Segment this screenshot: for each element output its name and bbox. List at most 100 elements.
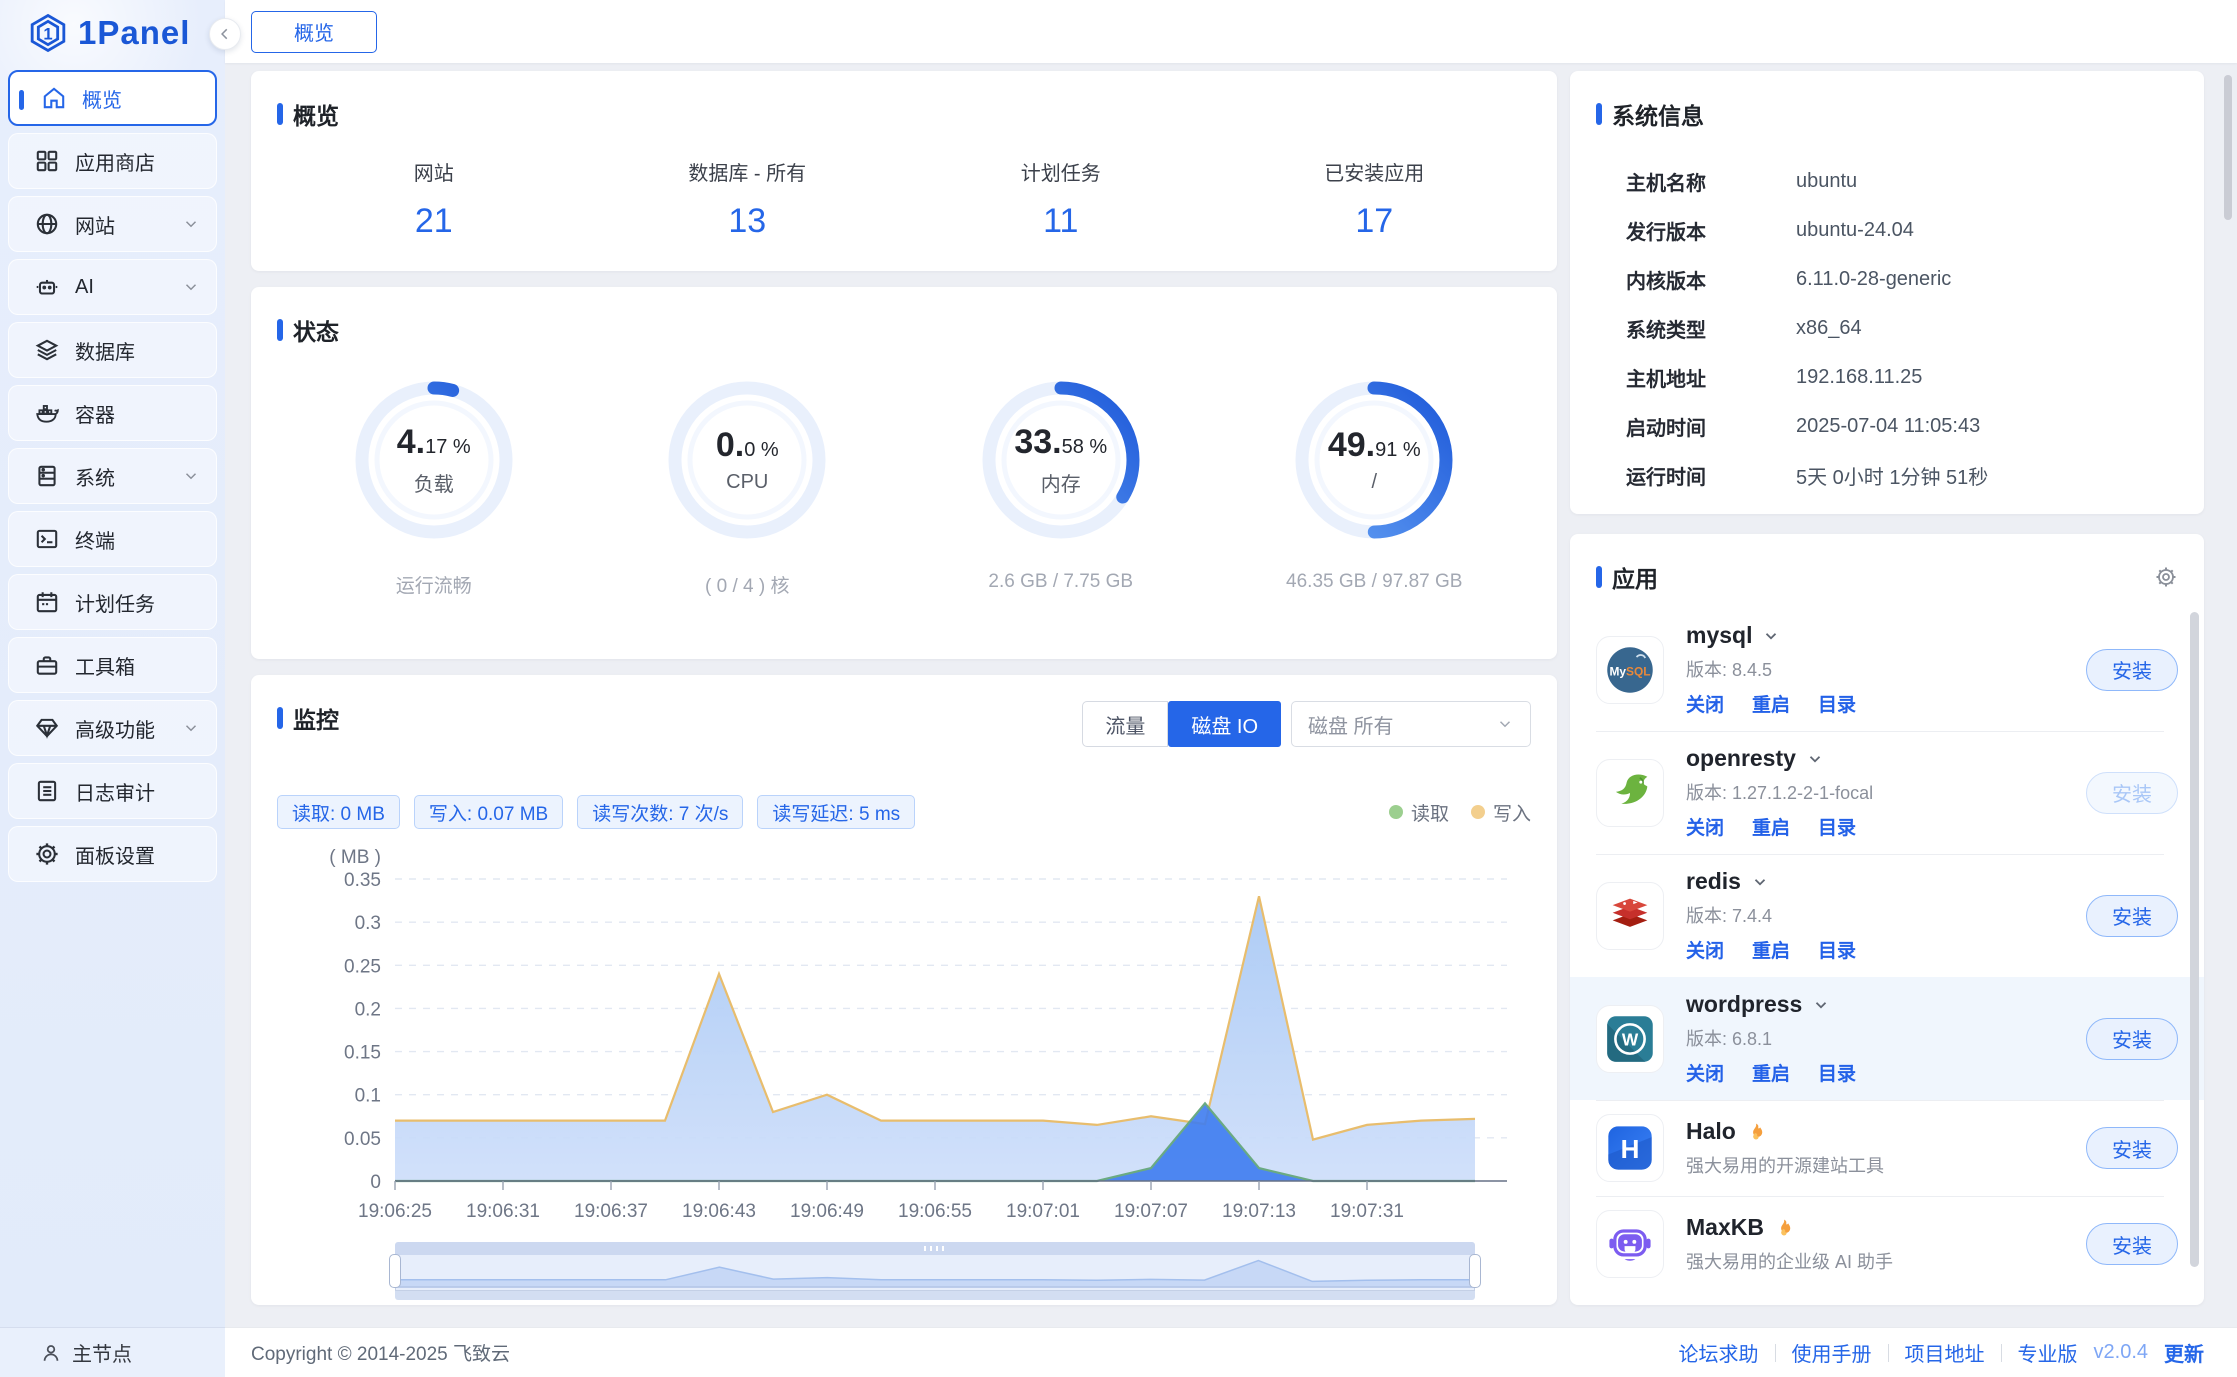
project-link[interactable]: 项目地址	[1905, 1338, 1985, 1367]
globe-icon	[33, 211, 60, 238]
sidebar-item-settings[interactable]: 面板设置	[8, 826, 217, 882]
master-node-selector[interactable]: 主节点	[0, 1327, 225, 1377]
system-info-title: 系统信息	[1596, 97, 2178, 131]
svg-text:19:07:07: 19:07:07	[1114, 1201, 1188, 1222]
app-restart-link[interactable]: 重启	[1752, 1059, 1790, 1086]
redis-icon	[1596, 882, 1664, 950]
sidebar-item-cronjob[interactable]: 计划任务	[8, 574, 217, 630]
write-stat-chip: 写入: 0.07 MB	[414, 795, 563, 829]
app-name-dropdown[interactable]: mysql	[1686, 622, 1856, 649]
sidebar-item-website[interactable]: 网站	[8, 196, 217, 252]
docker-whale-icon	[33, 400, 60, 427]
install-button[interactable]: 安装	[2086, 895, 2178, 937]
stat-value[interactable]: 11	[904, 202, 1218, 241]
install-button[interactable]: 安装	[2086, 1127, 2178, 1169]
user-icon	[40, 1342, 62, 1364]
tab-overview[interactable]: 概览	[251, 11, 377, 53]
version-label[interactable]: v2.0.4	[2094, 1341, 2148, 1364]
fire-icon	[1746, 1122, 1766, 1142]
stat-value[interactable]: 21	[277, 202, 591, 241]
svg-text:0.3: 0.3	[355, 913, 381, 934]
legend-write[interactable]: 写入	[1471, 799, 1531, 826]
chart-datazoom-slider[interactable]	[395, 1242, 1475, 1300]
pro-version-link[interactable]: 专业版	[2018, 1338, 2078, 1367]
overview-title: 概览	[277, 97, 1531, 131]
app-name-label[interactable]: Halo	[1686, 1118, 1884, 1145]
brand-logo[interactable]: 1 1Panel	[0, 0, 225, 66]
terminal-icon	[33, 526, 60, 553]
svg-text:0.1: 0.1	[355, 1086, 381, 1107]
gauge-load: 4.17 % 负载 运行流畅	[277, 375, 591, 598]
install-button[interactable]: 安装	[2086, 649, 2178, 691]
app-restart-link[interactable]: 重启	[1752, 936, 1790, 963]
overview-stats: 网站 21 数据库 - 所有 13 计划任务 11 已安装应用	[277, 157, 1531, 241]
app-stop-link[interactable]: 关闭	[1686, 1059, 1724, 1086]
read-legend-dot	[1389, 805, 1403, 819]
app-stop-link[interactable]: 关闭	[1686, 936, 1724, 963]
apps-settings-gear-icon[interactable]	[2154, 565, 2178, 589]
app-name-label[interactable]: MaxKB	[1686, 1214, 1893, 1241]
sidebar-item-toolbox[interactable]: 工具箱	[8, 637, 217, 693]
sidebar-item-container[interactable]: 容器	[8, 385, 217, 441]
left-column: 概览 网站 21 数据库 - 所有 13 计划任务 11	[251, 71, 1557, 1305]
toolbox-icon	[33, 652, 60, 679]
manual-link[interactable]: 使用手册	[1792, 1338, 1872, 1367]
footer: Copyright © 2014-2025 飞致云 论坛求助 使用手册 项目地址…	[225, 1327, 2237, 1377]
app-row-wordpress: W wordpress 版本: 6.8.1 关闭 重启	[1570, 977, 2204, 1100]
app-directory-link[interactable]: 目录	[1818, 936, 1856, 963]
app-root: 1 1Panel 概览 应用商店 网站	[0, 0, 2237, 1377]
install-button-disabled[interactable]: 安装	[2086, 772, 2178, 814]
app-directory-link[interactable]: 目录	[1818, 690, 1856, 717]
install-button[interactable]: 安装	[2086, 1018, 2178, 1060]
disk-select[interactable]: 磁盘 所有	[1291, 701, 1531, 747]
sidebar-item-advanced[interactable]: 高级功能	[8, 700, 217, 756]
write-legend-dot	[1471, 805, 1485, 819]
sidebar-item-overview[interactable]: 概览	[8, 70, 217, 126]
legend-read[interactable]: 读取	[1389, 799, 1449, 826]
log-list-icon	[33, 778, 60, 805]
gauge-disk-root: 49.91 % / 46.35 GB / 97.87 GB	[1218, 375, 1532, 598]
app-directory-link[interactable]: 目录	[1818, 813, 1856, 840]
install-button[interactable]: 安装	[2086, 1223, 2178, 1265]
footer-divider	[1888, 1344, 1889, 1362]
app-directory-link[interactable]: 目录	[1818, 1059, 1856, 1086]
chevron-down-icon	[1806, 750, 1824, 768]
apps-scrollbar-thumb[interactable]	[2190, 612, 2199, 1267]
stat-label: 网站	[277, 157, 591, 186]
sidebar-item-logs[interactable]: 日志审计	[8, 763, 217, 819]
app-name-dropdown[interactable]: openresty	[1686, 745, 1873, 772]
chevron-down-icon	[182, 467, 200, 485]
stat-websites: 网站 21	[277, 157, 591, 241]
sidebar-item-system[interactable]: 系统	[8, 448, 217, 504]
sidebar-collapse-button[interactable]	[209, 18, 241, 50]
page-scrollbar-thumb[interactable]	[2224, 75, 2232, 220]
sidebar-item-database[interactable]: 数据库	[8, 322, 217, 378]
footer-divider	[1775, 1344, 1776, 1362]
right-column: 系统信息 主机名称ubuntu 发行版本ubuntu-24.04 内核版本6.1…	[1570, 71, 2204, 1305]
traffic-tab-button[interactable]: 流量	[1082, 701, 1168, 747]
app-row-mysql: MySQL mysql 版本: 8.4.5 关闭 重启	[1570, 608, 2204, 731]
home-icon	[40, 85, 67, 112]
app-restart-link[interactable]: 重启	[1752, 813, 1790, 840]
app-restart-link[interactable]: 重启	[1752, 690, 1790, 717]
app-stop-link[interactable]: 关闭	[1686, 690, 1724, 717]
sidebar-item-ai[interactable]: AI	[8, 259, 217, 315]
sidebar-item-app-store[interactable]: 应用商店	[8, 133, 217, 189]
datazoom-right-handle[interactable]	[1469, 1254, 1481, 1288]
datazoom-left-handle[interactable]	[389, 1254, 401, 1288]
stat-value[interactable]: 13	[591, 202, 905, 241]
update-link[interactable]: 更新	[2164, 1338, 2204, 1367]
sidebar-item-terminal[interactable]: 终端	[8, 511, 217, 567]
stat-value[interactable]: 17	[1218, 202, 1532, 241]
svg-text:19:06:43: 19:06:43	[682, 1201, 756, 1222]
svg-text:1: 1	[43, 24, 52, 43]
sidebar-item-label: 面板设置	[75, 840, 155, 869]
datazoom-move-handle[interactable]	[395, 1242, 1475, 1255]
brand-name: 1Panel	[78, 14, 190, 52]
app-name-dropdown[interactable]: wordpress	[1686, 991, 1856, 1018]
forum-help-link[interactable]: 论坛求助	[1679, 1338, 1759, 1367]
app-name-dropdown[interactable]: redis	[1686, 868, 1856, 895]
disk-io-tab-button[interactable]: 磁盘 IO	[1168, 701, 1281, 747]
app-stop-link[interactable]: 关闭	[1686, 813, 1724, 840]
svg-text:0: 0	[370, 1172, 381, 1193]
